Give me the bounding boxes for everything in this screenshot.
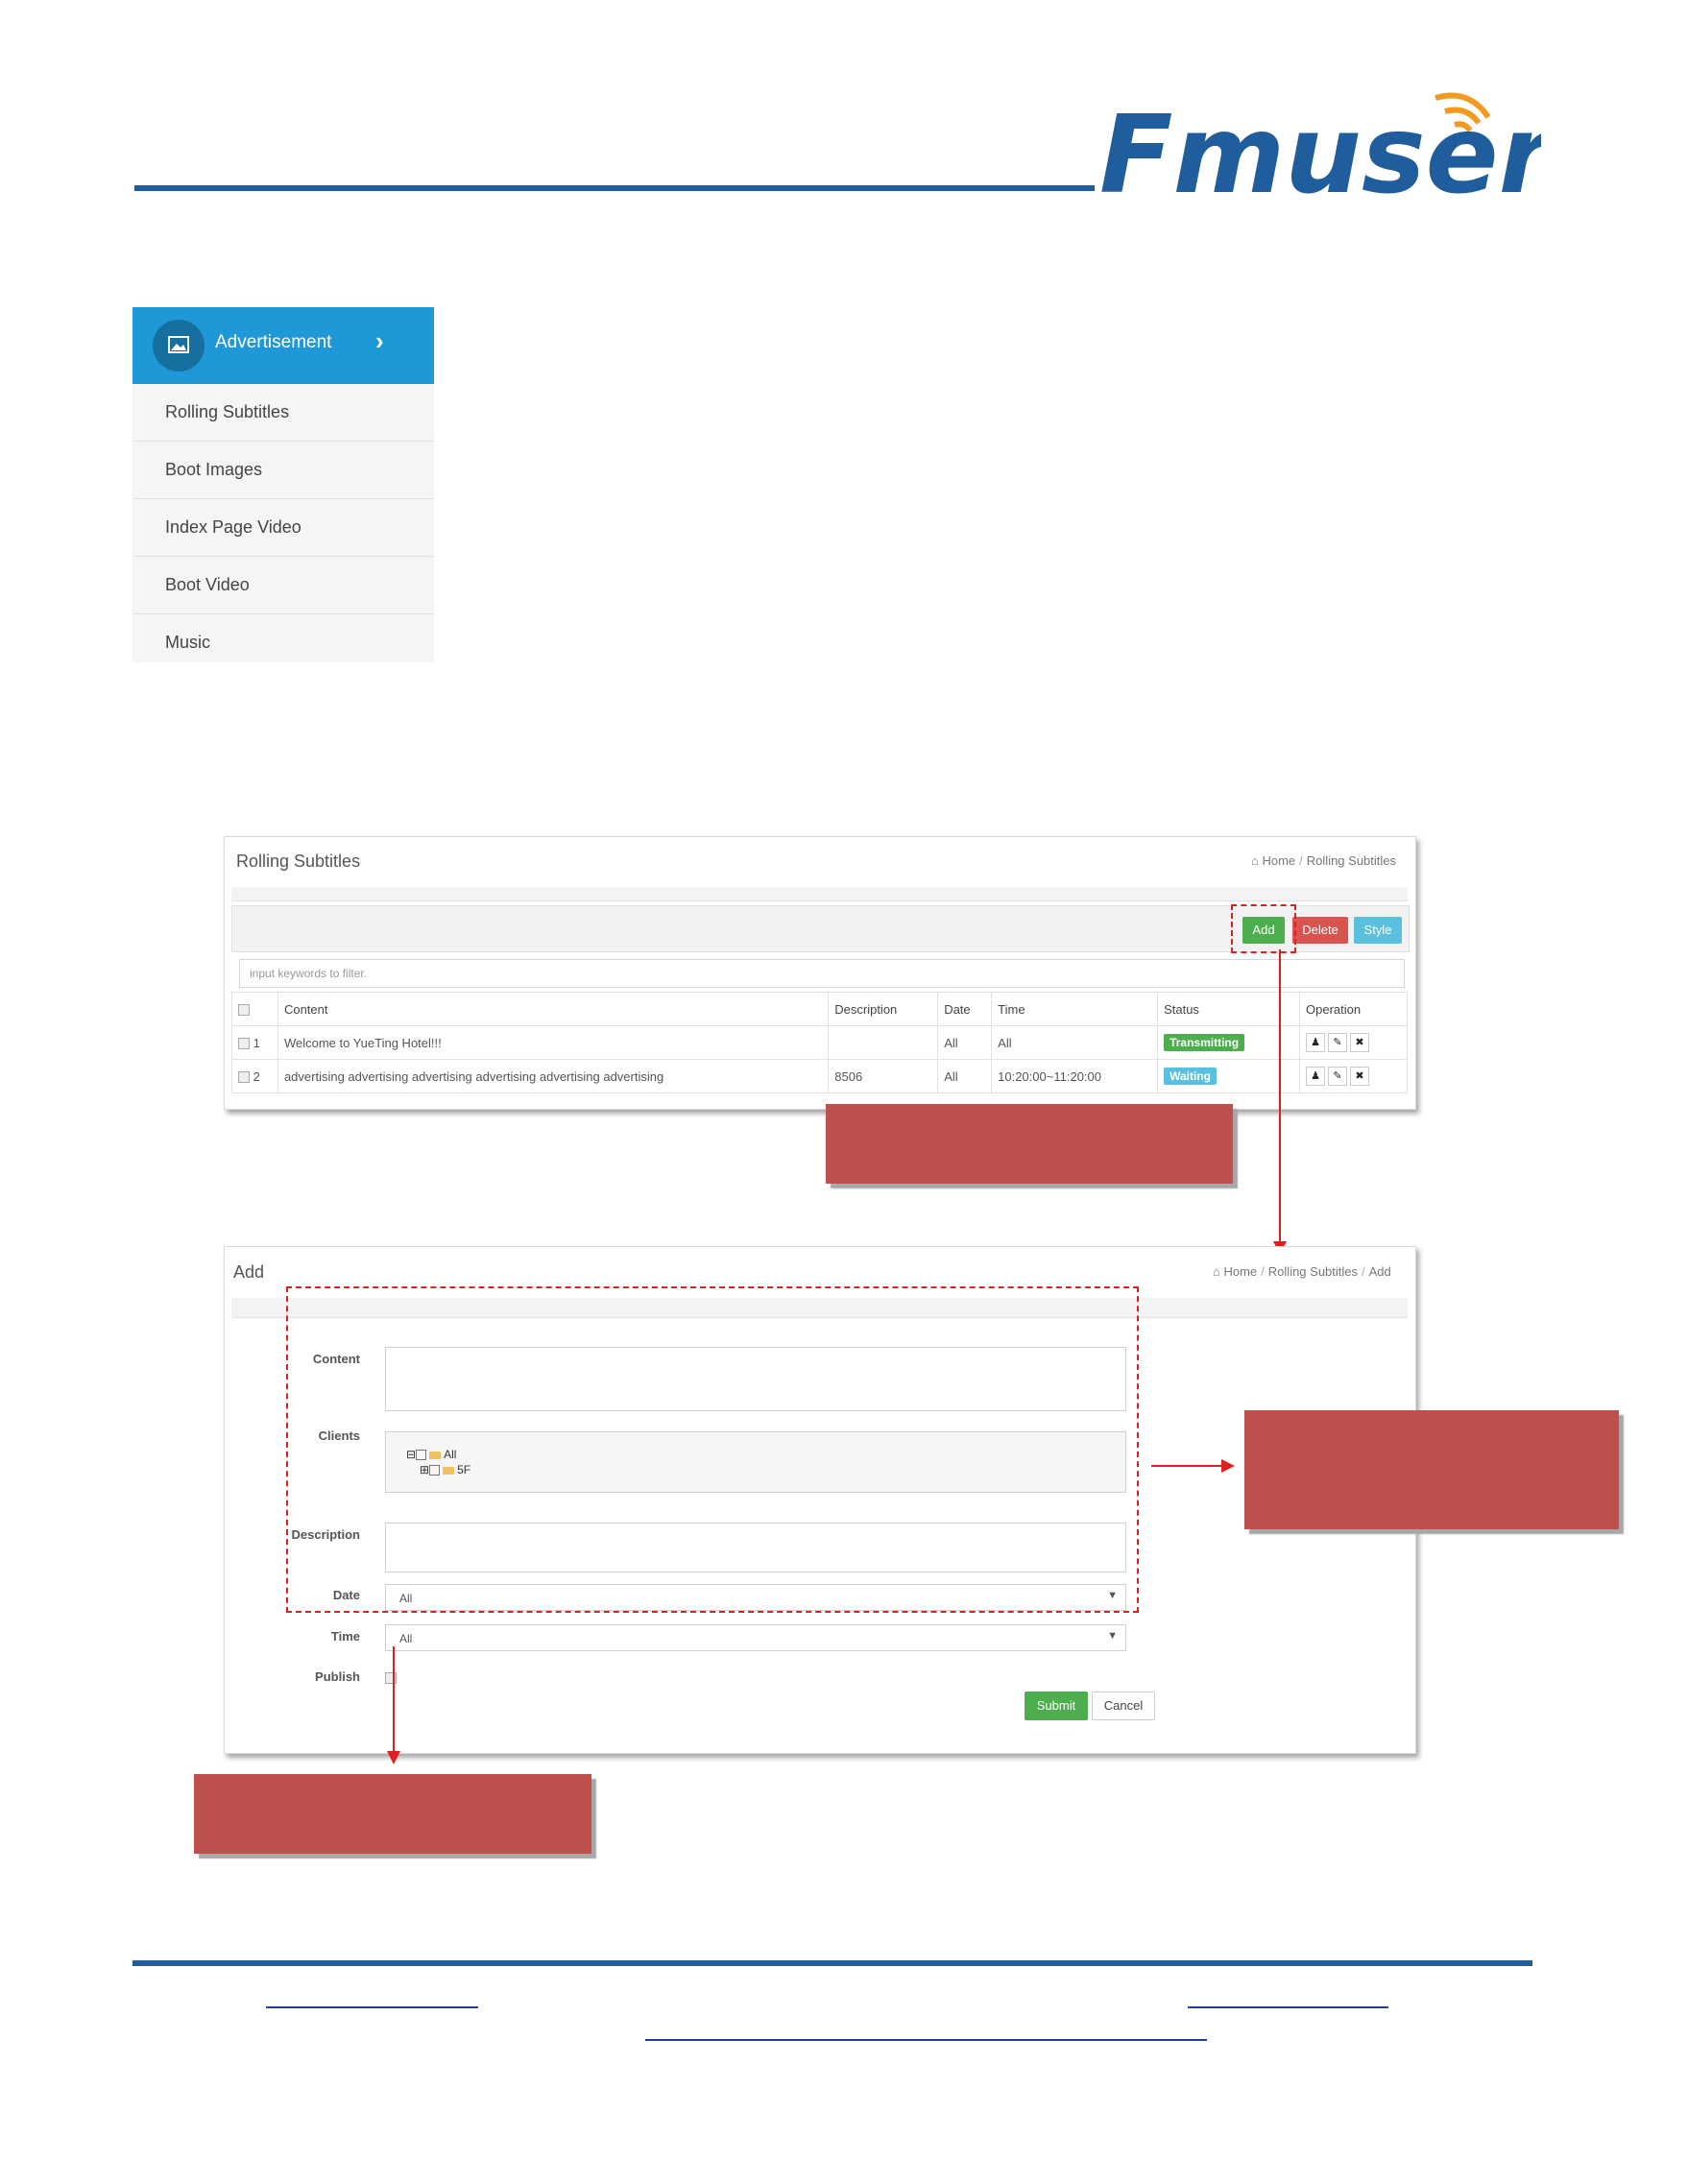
callout-box	[194, 1774, 591, 1854]
callout-box	[826, 1104, 1233, 1184]
caret-down-icon: ▼	[1107, 1630, 1118, 1642]
time-select[interactable]: All ▼	[385, 1624, 1126, 1651]
sidebar-menu: Advertisement › Rolling Subtitles Boot I…	[133, 307, 434, 662]
table-header-row: Content Description Date Time Status Ope…	[231, 992, 1408, 1026]
column-header: Operation	[1299, 992, 1408, 1026]
breadcrumb: ⌂ Home / Rolling Subtitles	[1251, 853, 1397, 868]
sidebar-item-boot-video[interactable]: Boot Video	[133, 557, 434, 614]
cell-description: 8506	[828, 1059, 939, 1093]
row-index: 2	[253, 1068, 260, 1084]
table-row: 1 Welcome to YueTing Hotel!!! All All Tr…	[231, 1025, 1408, 1060]
status-badge: Transmitting	[1164, 1034, 1245, 1051]
callout-box	[1244, 1410, 1619, 1529]
sidebar-item-label: Advertisement	[215, 332, 332, 352]
status-badge: Waiting	[1164, 1068, 1217, 1085]
footer-link-underline[interactable]	[645, 2039, 1207, 2041]
sidebar-item-advertisement[interactable]: Advertisement ›	[133, 307, 434, 384]
arrow-line	[1151, 1465, 1223, 1467]
sidebar-item-label: Boot Video	[165, 575, 250, 594]
cell-content: Welcome to YueTing Hotel!!!	[277, 1025, 830, 1060]
publish-checkbox[interactable]	[385, 1672, 397, 1684]
sidebar-item-label: Music	[165, 633, 211, 652]
row-checkbox[interactable]	[238, 1071, 250, 1084]
time-value: All	[399, 1632, 413, 1645]
column-header: Description	[828, 992, 939, 1026]
sidebar-item-index-page-video[interactable]: Index Page Video	[133, 499, 434, 557]
row-index: 1	[253, 1035, 260, 1050]
page-title: Rolling Subtitles	[236, 852, 361, 871]
column-header: Time	[991, 992, 1159, 1026]
image-icon	[153, 320, 205, 372]
fmuser-logo: Fmuser	[1099, 92, 1541, 204]
sidebar-item-label: Rolling Subtitles	[165, 402, 290, 421]
cell-content: advertising advertising advertising adve…	[277, 1059, 830, 1093]
publish-label: Publish	[315, 1669, 360, 1684]
breadcrumb-current: Add	[1368, 1264, 1391, 1279]
add-highlight-box	[1231, 904, 1296, 953]
cell-date: All	[937, 1059, 993, 1093]
cell-time: All	[991, 1025, 1159, 1060]
sidebar-item-boot-images[interactable]: Boot Images	[133, 442, 434, 499]
arrow-line	[1279, 949, 1281, 1242]
sidebar-item-label: Index Page Video	[165, 517, 301, 537]
close-icon[interactable]: ✖	[1350, 1067, 1369, 1086]
chevron-right-icon: ›	[375, 326, 384, 355]
svg-text:Fmuser: Fmuser	[1099, 93, 1541, 204]
delete-button[interactable]: Delete	[1292, 917, 1348, 944]
breadcrumb-home[interactable]: Home	[1262, 853, 1295, 868]
arrow-down-icon	[387, 1751, 400, 1764]
form-highlight-box	[286, 1286, 1139, 1613]
header-stripe	[231, 887, 1408, 901]
style-button[interactable]: Style	[1354, 917, 1402, 944]
home-icon: ⌂	[1251, 853, 1259, 868]
table-row: 2 advertising advertising advertising ad…	[231, 1059, 1408, 1093]
breadcrumb-parent[interactable]: Rolling Subtitles	[1268, 1264, 1358, 1279]
select-all-checkbox[interactable]	[231, 992, 278, 1026]
breadcrumb-current: Rolling Subtitles	[1306, 853, 1397, 868]
add-page-title: Add	[233, 1262, 265, 1282]
footer-rule	[133, 1960, 1532, 1966]
filter-input[interactable]: input keywords to filter.	[239, 959, 1405, 988]
cell-description	[828, 1025, 939, 1060]
add-breadcrumb: ⌂ Home / Rolling Subtitles / Add	[1213, 1264, 1391, 1279]
user-icon[interactable]: ♟	[1306, 1067, 1325, 1086]
breadcrumb-home[interactable]: Home	[1223, 1264, 1257, 1279]
subtitles-table: Content Description Date Time Status Ope…	[231, 992, 1408, 1093]
column-header: Content	[277, 992, 830, 1026]
home-icon: ⌂	[1213, 1264, 1220, 1279]
cell-time: 10:20:00~11:20:00	[991, 1059, 1159, 1093]
footer-link-underline[interactable]	[266, 2006, 478, 2008]
sidebar-item-rolling-subtitles[interactable]: Rolling Subtitles	[133, 384, 434, 442]
arrow-line	[393, 1646, 395, 1752]
row-checkbox[interactable]	[238, 1038, 250, 1050]
close-icon[interactable]: ✖	[1350, 1033, 1369, 1052]
submit-button[interactable]: Submit	[1025, 1692, 1088, 1720]
pencil-icon[interactable]: ✎	[1328, 1033, 1347, 1052]
pencil-icon[interactable]: ✎	[1328, 1067, 1347, 1086]
footer-link-underline[interactable]	[1188, 2006, 1388, 2008]
user-icon[interactable]: ♟	[1306, 1033, 1325, 1052]
column-header: Date	[937, 992, 993, 1026]
sidebar-item-label: Boot Images	[165, 460, 263, 479]
cell-date: All	[937, 1025, 993, 1060]
filter-placeholder: input keywords to filter.	[250, 967, 368, 980]
cancel-button[interactable]: Cancel	[1092, 1692, 1155, 1720]
arrow-right-icon	[1221, 1459, 1235, 1473]
time-label: Time	[330, 1629, 360, 1644]
header-rule	[134, 185, 1095, 191]
sidebar-item-music[interactable]: Music	[133, 614, 434, 671]
